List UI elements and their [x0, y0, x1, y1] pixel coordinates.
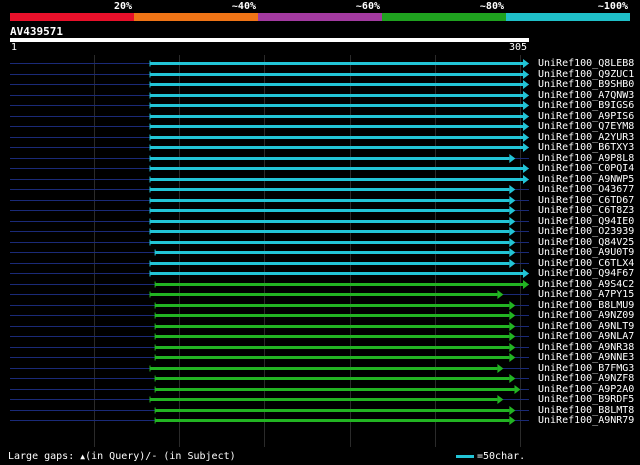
hit-label[interactable]: UniRef100_A9NR79 — [538, 416, 634, 426]
hit-arrow-icon — [523, 101, 529, 110]
gap-legend-prefix: Large gaps: — [8, 451, 75, 462]
hit-label[interactable]: UniRef100_A9NLA7 — [538, 332, 634, 342]
gap-legend: Large gaps: ▲(in Query)/- (in Subject) — [8, 451, 236, 462]
hit-arrow-icon — [509, 206, 516, 215]
hit-label[interactable]: UniRef100_Q94F67 — [538, 269, 634, 279]
hit-bar[interactable] — [149, 262, 510, 265]
hit-arrow-icon — [523, 175, 529, 184]
hit-bar[interactable] — [149, 209, 510, 212]
hit-bar[interactable] — [149, 94, 524, 97]
hit-arrow-icon — [523, 143, 529, 152]
hit-label[interactable]: UniRef100_O23939 — [538, 227, 634, 237]
hit-bar[interactable] — [149, 398, 498, 401]
hit-bar[interactable] — [155, 377, 510, 380]
hit-arrow-icon — [523, 91, 529, 100]
hit-arrow-icon — [509, 322, 516, 331]
hit-arrow-icon — [523, 280, 529, 289]
hit-arrow-icon — [497, 395, 504, 404]
hit-bar[interactable] — [149, 293, 498, 296]
hit-bar[interactable] — [155, 356, 510, 359]
hit-arrow-icon — [509, 332, 516, 341]
hit-arrow-icon — [523, 122, 529, 131]
hit-label[interactable]: UniRef100_A9NZF8 — [538, 374, 634, 384]
hit-arrow-icon — [509, 374, 516, 383]
scale-key: =50char. — [456, 451, 525, 462]
hit-arrow-icon — [523, 80, 529, 89]
hit-label[interactable]: UniRef100_C6T8Z3 — [538, 206, 634, 216]
hit-bar[interactable] — [149, 230, 510, 233]
hit-arrow-icon — [509, 311, 516, 320]
hit-bar[interactable] — [155, 325, 510, 328]
hit-label[interactable]: UniRef100_Q7EYM8 — [538, 122, 634, 132]
hit-bar[interactable] — [155, 335, 510, 338]
hit-bar[interactable] — [155, 419, 510, 422]
hit-label[interactable]: UniRef100_B9RDF5 — [538, 395, 634, 405]
hit-arrow-icon — [509, 406, 516, 415]
hit-bar[interactable] — [149, 167, 524, 170]
hit-label[interactable]: UniRef100_O43677 — [538, 185, 634, 195]
hit-bar[interactable] — [149, 136, 524, 139]
hit-arrow-icon — [509, 185, 516, 194]
hit-label[interactable]: UniRef100_B6TXY3 — [538, 143, 634, 153]
hit-label[interactable]: UniRef100_Q8LEB8 — [538, 59, 634, 69]
hit-bar[interactable] — [155, 283, 524, 286]
hit-arrow-icon — [509, 196, 516, 205]
hit-arrow-icon — [509, 301, 516, 310]
hit-arrow-icon — [509, 416, 516, 425]
hit-arrow-icon — [509, 154, 516, 163]
hit-arrow-icon — [509, 353, 516, 362]
hit-label[interactable]: UniRef100_A9NZ09 — [538, 311, 634, 321]
hit-arrow-icon — [509, 227, 516, 236]
scale-key-bar — [456, 454, 474, 458]
hit-bar[interactable] — [149, 188, 510, 191]
hit-label[interactable]: UniRef100_B9SHB0 — [538, 80, 634, 90]
hit-bar[interactable] — [149, 178, 524, 181]
hit-arrow-icon — [523, 133, 529, 142]
hit-arrow-icon — [523, 269, 529, 278]
hit-bar[interactable] — [149, 115, 524, 118]
hit-bar[interactable] — [149, 157, 510, 160]
hit-bar[interactable] — [149, 62, 524, 65]
hit-bar[interactable] — [149, 220, 510, 223]
hit-arrow-icon — [523, 112, 529, 121]
hit-bar[interactable] — [149, 199, 510, 202]
hit-bar[interactable] — [149, 367, 498, 370]
hit-arrow-icon — [509, 259, 516, 268]
gap-legend-query: (in Query)/ — [85, 451, 152, 462]
hit-label[interactable]: UniRef100_A7PY15 — [538, 290, 634, 300]
hit-arrow-icon — [509, 343, 516, 352]
hit-bar[interactable] — [149, 272, 524, 275]
hit-bar[interactable] — [149, 73, 524, 76]
hit-bar[interactable] — [149, 125, 524, 128]
hit-bar[interactable] — [155, 388, 515, 391]
hit-arrow-icon — [497, 364, 504, 373]
hit-arrow-icon — [514, 385, 521, 394]
hit-bar[interactable] — [155, 409, 510, 412]
hit-bar[interactable] — [155, 346, 510, 349]
hit-bar[interactable] — [155, 251, 510, 254]
hit-bar[interactable] — [149, 83, 524, 86]
hit-label[interactable]: UniRef100_A9NNE3 — [538, 353, 634, 363]
hit-label[interactable]: UniRef100_C0PQI4 — [538, 164, 634, 174]
hit-bar[interactable] — [155, 304, 510, 307]
hit-bar[interactable] — [155, 314, 510, 317]
hit-arrow-icon — [523, 59, 529, 68]
hit-bar[interactable] — [149, 104, 524, 107]
hit-arrow-icon — [497, 290, 504, 299]
hit-label[interactable]: UniRef100_B9IGS6 — [538, 101, 634, 111]
hit-bar[interactable] — [149, 146, 524, 149]
hit-bar[interactable] — [149, 241, 510, 244]
scale-key-label: =50char. — [477, 451, 526, 462]
hit-label[interactable]: UniRef100_A9U0T9 — [538, 248, 634, 258]
hit-arrow-icon — [523, 164, 529, 173]
hit-arrow-icon — [523, 70, 529, 79]
hit-arrow-icon — [509, 238, 516, 247]
hit-arrow-icon — [509, 217, 516, 226]
gap-legend-subject: (in Subject) — [157, 451, 236, 462]
hit-arrow-icon — [509, 248, 516, 257]
